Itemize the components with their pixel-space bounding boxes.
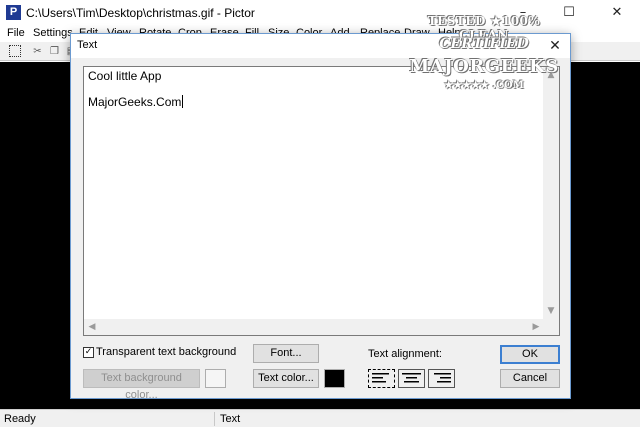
text-caret [182, 95, 184, 108]
text-line-2: MajorGeeks.Com [88, 95, 182, 109]
alignment-label: Text alignment: [368, 348, 442, 360]
scroll-down-icon[interactable]: ▼ [543, 303, 559, 319]
cut-icon[interactable]: ✂ [30, 44, 45, 59]
text-color-swatch [324, 369, 345, 388]
select-icon[interactable] [9, 45, 21, 57]
window-title: C:\Users\Tim\Desktop\christmas.gif - Pic… [26, 6, 255, 20]
close-button[interactable]: ✕ [594, 0, 640, 25]
horizontal-scrollbar[interactable]: ◀ ▶ [84, 319, 544, 335]
status-tool: Text [220, 413, 241, 425]
font-button[interactable]: Font... [253, 344, 319, 363]
dialog-title: Text [77, 39, 98, 51]
align-center-icon [402, 373, 421, 383]
dialog-title-bar: Text ✕ [71, 34, 570, 58]
maximize-button[interactable]: ☐ [546, 0, 592, 25]
app-icon: P [6, 5, 21, 20]
vertical-scrollbar[interactable]: ▲ ▼ [543, 67, 559, 319]
status-bar: Ready Text [0, 409, 640, 427]
text-input-area[interactable]: Cool little App MajorGeeks.Com ▲ ▼ ◀ ▶ [83, 66, 560, 336]
scroll-right-icon[interactable]: ▶ [528, 319, 544, 335]
dialog-close-button[interactable]: ✕ [540, 34, 570, 58]
text-color-button[interactable]: Text color... [253, 369, 319, 388]
menu-settings[interactable]: Settings [33, 27, 73, 39]
title-bar: P C:\Users\Tim\Desktop\christmas.gif - P… [0, 0, 640, 25]
cancel-button[interactable]: Cancel [500, 369, 560, 388]
text-line-2-wrap: MajorGeeks.Com [88, 95, 184, 109]
minimize-button[interactable]: – [500, 0, 546, 25]
background-color-swatch [205, 369, 226, 388]
transparent-background-label: Transparent text background [96, 346, 237, 358]
text-dialog: Text ✕ Cool little App MajorGeeks.Com ▲ … [70, 33, 571, 401]
scroll-up-icon[interactable]: ▲ [543, 67, 559, 83]
scroll-left-icon[interactable]: ◀ [84, 319, 100, 335]
align-left-icon [372, 373, 389, 383]
text-background-color-button[interactable]: Text background color... [83, 369, 200, 401]
align-right-icon [434, 373, 451, 383]
ok-button[interactable]: OK [500, 345, 560, 364]
menu-file[interactable]: File [7, 27, 25, 39]
align-center-button[interactable] [398, 369, 425, 388]
text-line-1: Cool little App [88, 69, 162, 83]
scroll-corner [543, 319, 559, 335]
status-ready: Ready [4, 413, 36, 425]
status-divider [214, 412, 215, 426]
transparent-background-checkbox[interactable]: ✓ [83, 347, 94, 358]
copy-icon[interactable]: ❐ [47, 44, 62, 59]
align-left-button[interactable] [368, 369, 395, 388]
align-right-button[interactable] [428, 369, 455, 388]
